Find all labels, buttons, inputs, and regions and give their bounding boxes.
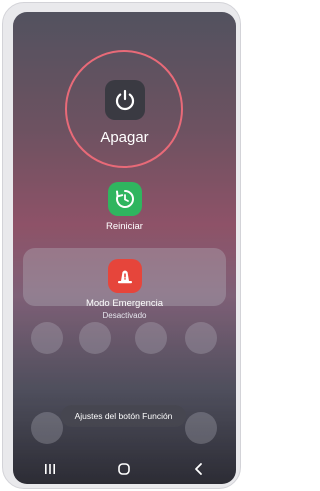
phone-frame: Apagar Reiniciar Modo Emergencia Desacti… — [2, 2, 241, 489]
back-button[interactable] — [184, 457, 214, 481]
function-key-settings-button[interactable]: Ajustes del botón Función — [61, 405, 186, 427]
navigation-bar — [13, 454, 236, 484]
restart-button[interactable]: Reiniciar — [13, 182, 236, 232]
emergency-icon — [107, 259, 142, 293]
recents-icon — [45, 464, 56, 474]
power-off-button[interactable]: Apagar — [13, 80, 236, 146]
restart-label: Reiniciar — [106, 221, 143, 232]
power-off-label: Apagar — [100, 129, 149, 146]
emergency-mode-label: Modo Emergencia — [85, 298, 164, 309]
emergency-mode-button[interactable]: Modo Emergencia Desactivado — [13, 259, 236, 320]
screen: Apagar Reiniciar Modo Emergencia Desacti… — [13, 12, 236, 484]
restart-icon — [107, 182, 142, 216]
back-icon — [194, 463, 202, 475]
power-icon — [104, 80, 145, 120]
home-button[interactable] — [109, 457, 139, 481]
emergency-mode-status: Desactivado — [102, 311, 147, 320]
recents-button[interactable] — [35, 457, 65, 481]
home-icon — [118, 463, 131, 475]
